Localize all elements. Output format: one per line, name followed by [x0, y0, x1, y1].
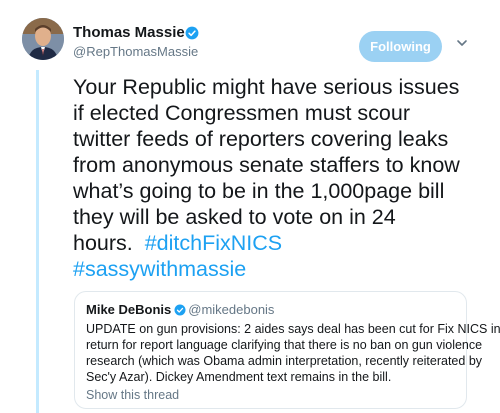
tweet-text-fragment: hours. — [73, 231, 133, 255]
author-handle[interactable]: @RepThomasMassie — [73, 44, 198, 59]
tweet-body: Your Republic might have serious issues … — [73, 74, 483, 282]
tweet-text-line: if elected Congressmen must scour — [73, 101, 410, 125]
avatar-image — [22, 18, 64, 60]
verified-badge-icon — [174, 304, 186, 316]
quoted-tweet-card[interactable]: Mike DeBonis @mikedebonis UPDATE on gun p… — [74, 291, 500, 409]
quoted-tweet-text: UPDATE on gun provisions: 2 aides says d… — [86, 321, 500, 385]
thread-connector-line — [36, 70, 39, 413]
tweet-text-line: Your Republic might have serious issues — [73, 75, 460, 99]
quoted-author-handle: @mikedebonis — [188, 302, 275, 317]
avatar[interactable] — [22, 18, 64, 60]
quoted-author-name: Mike DeBonis — [86, 302, 172, 317]
author-display-name[interactable]: Thomas Massie — [73, 24, 185, 42]
tweet-text-last-line: hours. #ditchFixNICS — [73, 230, 483, 256]
tweet-text-line: twitter feeds of reporters covering leak… — [73, 127, 449, 151]
quoted-text-line: research (which was Obama admin interpre… — [86, 354, 483, 368]
show-this-thread-link[interactable]: Show this thread — [86, 387, 455, 403]
quoted-text-line: return for report language clarifying th… — [86, 338, 483, 352]
tweet-text-line: they will be asked to vote on in 24 — [73, 205, 396, 229]
tweet-hashtag-line: #sassywithmassie — [73, 256, 483, 282]
hashtag-link-sassywithmassie[interactable]: #sassywithmassie — [73, 257, 246, 281]
verified-badge-icon — [185, 26, 199, 40]
quoted-text-line: Sec'y Azar). Dickey Amendment text remai… — [86, 370, 392, 384]
quoted-text-line: UPDATE on gun provisions: 2 aides says d… — [86, 322, 500, 336]
following-button[interactable]: Following — [359, 31, 442, 62]
tweet-text-line: what’s going to be in the 1,000page bill — [73, 179, 445, 203]
quoted-tweet-header: Mike DeBonis @mikedebonis — [86, 302, 455, 318]
chevron-down-icon[interactable] — [455, 36, 469, 50]
hashtag-link-ditchfixnics[interactable]: #ditchFixNICS — [145, 231, 282, 255]
tweet-text-line: from anonymous senate staffers to know — [73, 153, 460, 177]
